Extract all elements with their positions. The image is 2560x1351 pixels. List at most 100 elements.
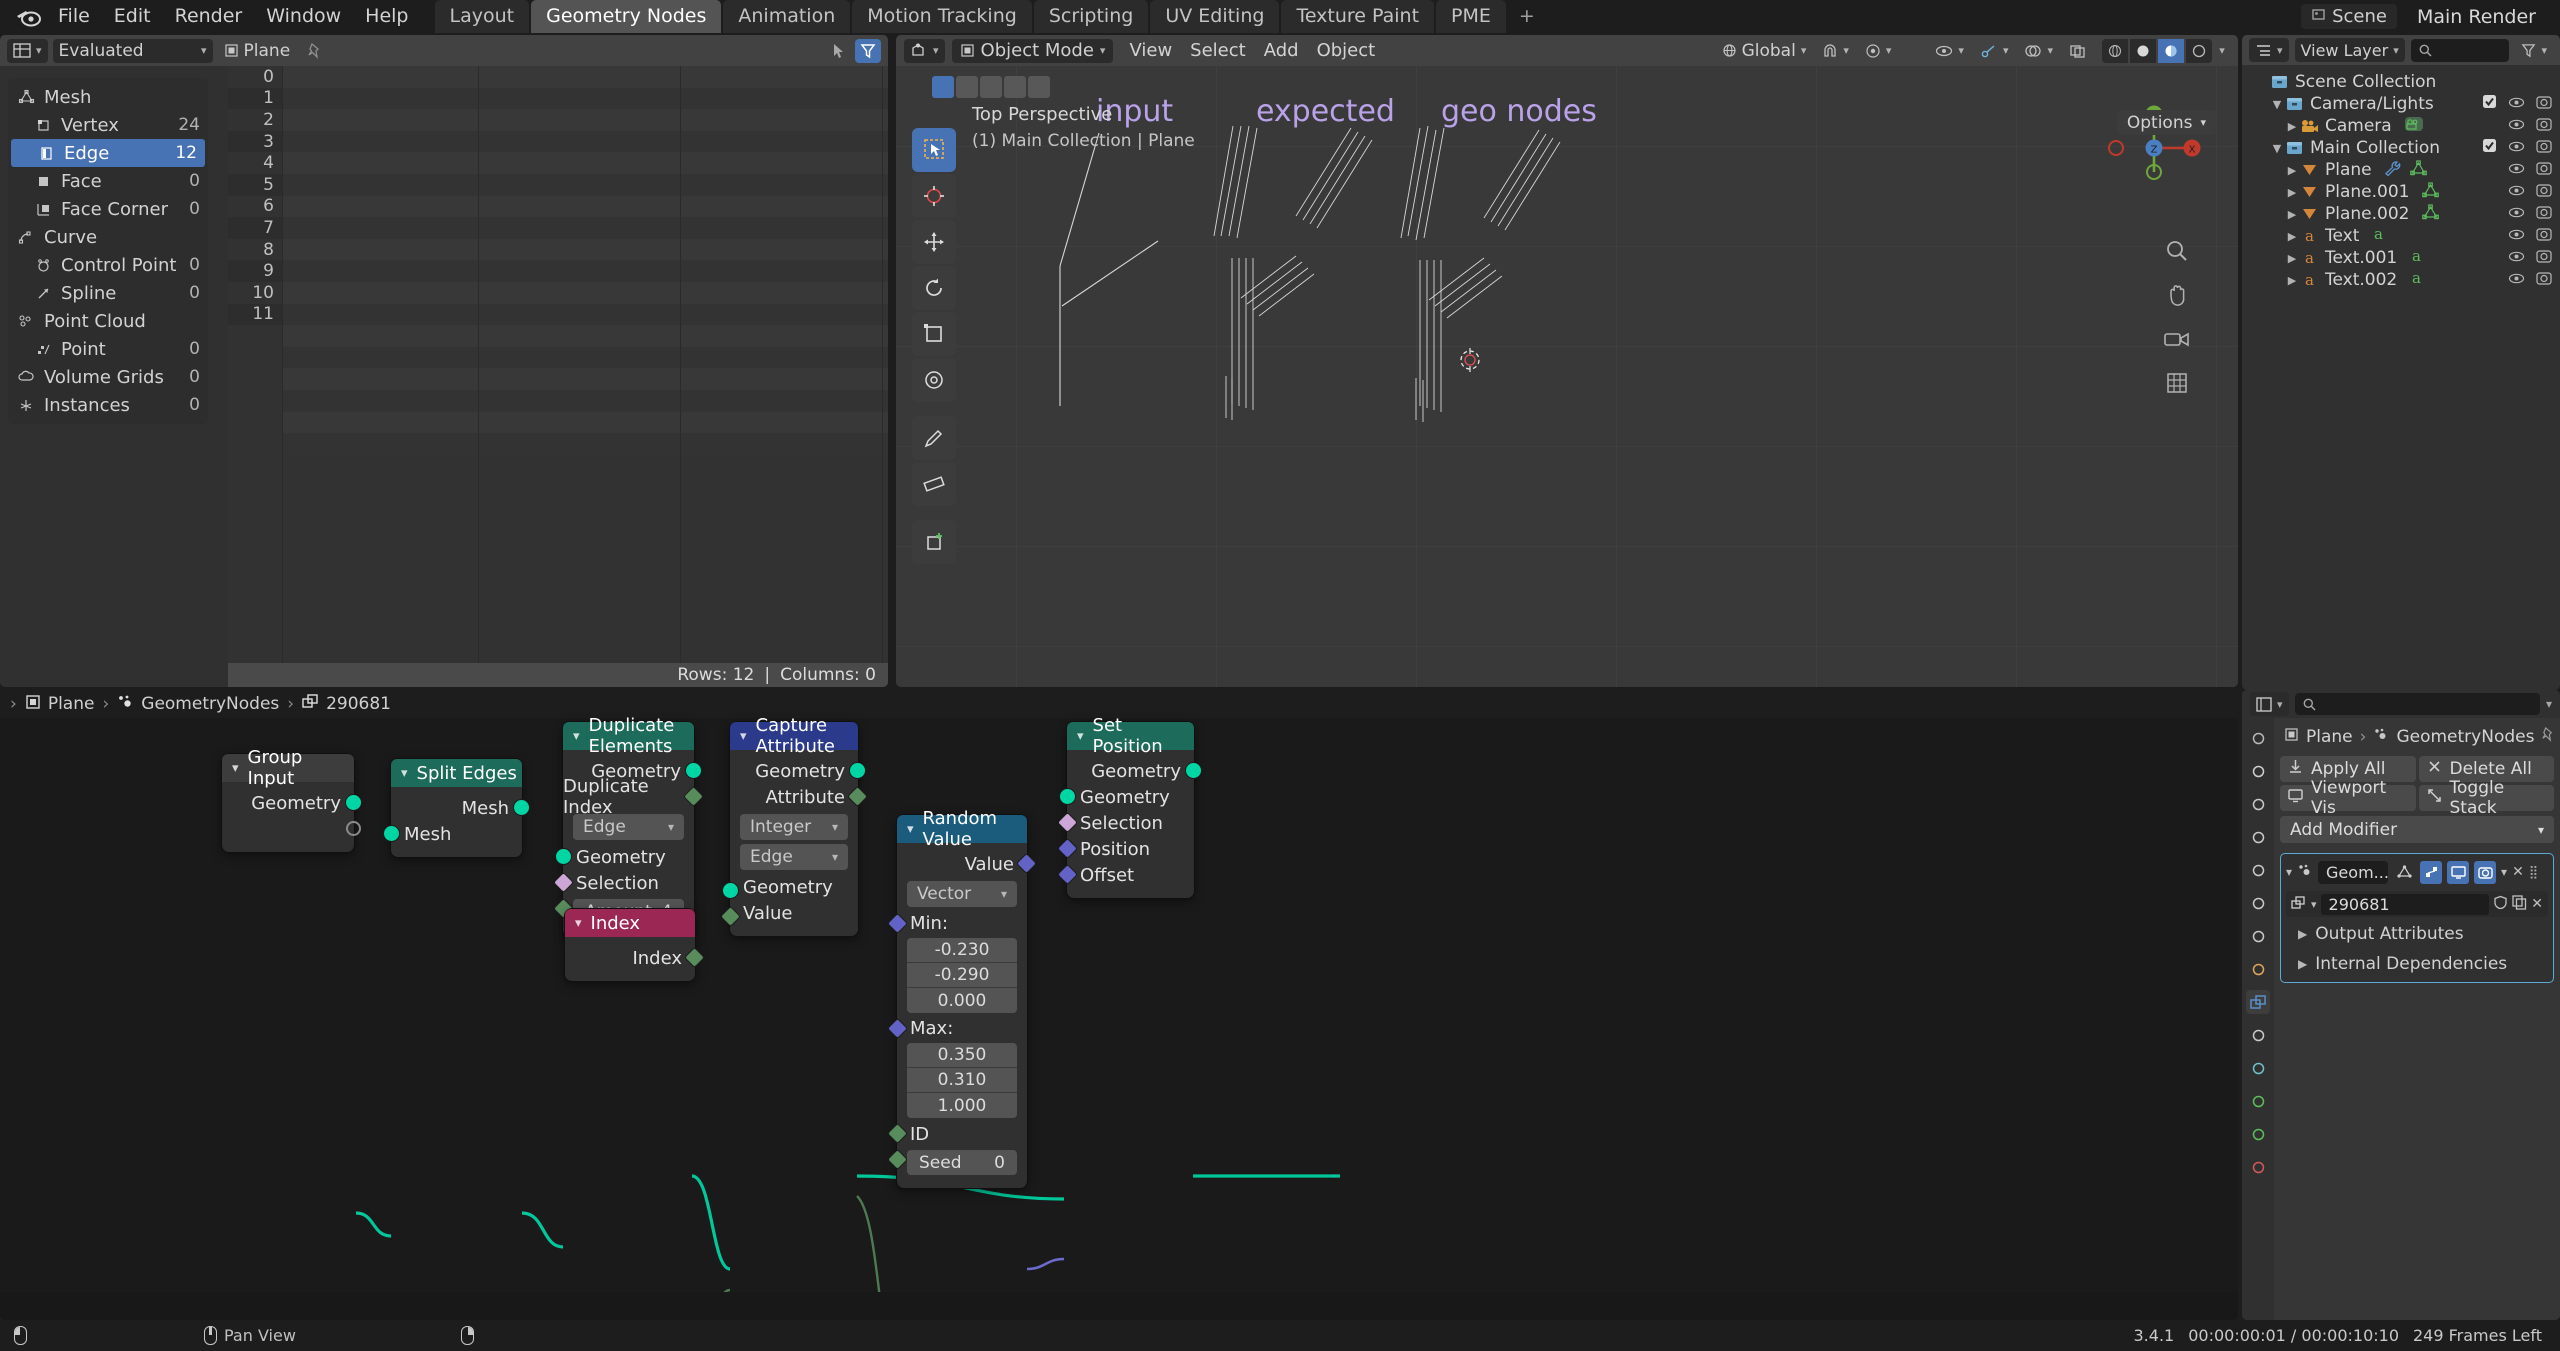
transform-orientation-dropdown[interactable]: Global ▾ bbox=[1716, 39, 1813, 63]
dataset-row-mesh[interactable]: Mesh bbox=[8, 83, 208, 111]
table-row[interactable] bbox=[282, 130, 888, 153]
outliner-item-text-001[interactable]: ▶ a Text.001 a bbox=[2242, 247, 2560, 269]
tweak-tool-icon[interactable] bbox=[912, 128, 956, 172]
table-row[interactable] bbox=[282, 195, 888, 218]
node-dropdown[interactable]: Integer ▾ bbox=[740, 814, 848, 840]
shading-material[interactable] bbox=[2158, 38, 2184, 63]
workspace-tab-scripting[interactable]: Scripting bbox=[1033, 0, 1149, 33]
properties-data-tab[interactable] bbox=[2246, 1122, 2270, 1146]
chevron-right-icon[interactable]: ▶ bbox=[2284, 208, 2300, 221]
node-set-position[interactable]: ▾ Set Position Geometry Geometry Selection Po… bbox=[1058, 715, 1201, 898]
orthographic-toggle-icon[interactable] bbox=[2162, 368, 2192, 398]
workspace-tab-pme[interactable]: PME bbox=[1436, 0, 1506, 33]
vector-value-stack[interactable]: 0.350 0.310 1.000 bbox=[907, 1043, 1017, 1118]
properties-material-tab[interactable] bbox=[2246, 1155, 2270, 1179]
filter-icon[interactable] bbox=[855, 38, 881, 63]
filter-icon[interactable]: ▾ bbox=[2515, 38, 2553, 62]
mesh-data-icon[interactable] bbox=[2421, 203, 2440, 225]
pin-icon[interactable] bbox=[2541, 726, 2555, 747]
workspace-tab-motion-tracking[interactable]: Motion Tracking bbox=[852, 0, 1032, 33]
viewport-editor-type[interactable]: ▾ bbox=[904, 38, 945, 63]
workspace-tab-layout[interactable]: Layout bbox=[434, 0, 530, 33]
hide-viewport-icon[interactable] bbox=[2508, 182, 2525, 202]
select-subtract-mode[interactable] bbox=[980, 76, 1002, 98]
vector-component[interactable]: 0.000 bbox=[907, 988, 1017, 1013]
hide-viewport-icon[interactable] bbox=[2508, 94, 2525, 114]
disable-render-icon[interactable] bbox=[2536, 226, 2552, 246]
node-header[interactable]: ▾ Split Edges bbox=[391, 759, 522, 787]
chevron-right-icon[interactable]: ▶ bbox=[2284, 186, 2300, 199]
viewport-menu-add[interactable]: Add bbox=[1255, 39, 1308, 63]
node-socket-geometry[interactable] bbox=[346, 795, 361, 810]
disable-render-icon[interactable] bbox=[2536, 138, 2552, 158]
disable-render-icon[interactable] bbox=[2536, 248, 2552, 268]
chevron-right-icon[interactable]: ▶ bbox=[2284, 164, 2300, 177]
disable-render-icon[interactable] bbox=[2536, 94, 2552, 114]
properties-render-tab[interactable] bbox=[2246, 759, 2270, 783]
dataset-row-spline[interactable]: Spline 0 bbox=[8, 279, 208, 307]
render-visibility-icon[interactable] bbox=[2474, 860, 2497, 884]
table-row[interactable] bbox=[282, 260, 888, 282]
viewport-menu-view[interactable]: View bbox=[1120, 39, 1181, 63]
table-row[interactable] bbox=[282, 217, 888, 239]
chevron-down-icon[interactable]: ▾ bbox=[907, 822, 914, 837]
outliner-item-plane-001[interactable]: ▶ Plane.001 bbox=[2242, 181, 2560, 203]
menu-edit[interactable]: Edit bbox=[102, 0, 163, 33]
scene-selector[interactable]: Scene bbox=[2301, 4, 2397, 29]
node-group-input[interactable]: ▾ Group Input Geometry bbox=[222, 747, 361, 852]
chevron-down-icon[interactable]: ▾ bbox=[575, 916, 582, 931]
node-socket-geometry[interactable] bbox=[686, 763, 701, 778]
scale-tool-icon[interactable] bbox=[912, 312, 956, 356]
viewport-options-button[interactable]: Options ▾ bbox=[2116, 110, 2216, 135]
pan-hand-icon[interactable] bbox=[2162, 280, 2192, 310]
viewport-vis-button[interactable]: Viewport Vis bbox=[2280, 778, 2416, 818]
vector-component[interactable]: -0.290 bbox=[907, 963, 1017, 988]
outliner-item-plane-002[interactable]: ▶ Plane.002 bbox=[2242, 203, 2560, 225]
node-index[interactable]: ▾ Index Index bbox=[565, 909, 704, 981]
toggle-stack-button[interactable]: Toggle Stack bbox=[2418, 778, 2554, 818]
vector-component[interactable]: 0.310 bbox=[907, 1068, 1017, 1093]
close-icon[interactable]: ✕ bbox=[2512, 864, 2524, 880]
properties-editor-type[interactable]: ▾ bbox=[2250, 692, 2289, 716]
properties-constraints-tab[interactable] bbox=[2246, 1089, 2270, 1113]
annotate-tool-icon[interactable] bbox=[912, 416, 956, 460]
chevron-down-icon[interactable]: ▾ bbox=[740, 729, 747, 744]
interaction-mode-dropdown[interactable]: Object Mode ▾ bbox=[951, 38, 1114, 63]
unlink-close-icon[interactable]: ✕ bbox=[2531, 896, 2543, 912]
workspace-tab-geometry-nodes[interactable]: Geometry Nodes bbox=[531, 0, 722, 33]
node-socket-geometry[interactable] bbox=[384, 826, 399, 841]
add-modifier-button[interactable]: Add Modifier ▾ bbox=[2280, 816, 2554, 843]
node-socket-geometry[interactable] bbox=[514, 800, 529, 815]
table-row[interactable] bbox=[282, 66, 888, 88]
chevron-right-icon[interactable]: ▶ bbox=[2284, 274, 2300, 287]
chevron-down-icon[interactable]: ▾ bbox=[1077, 729, 1084, 744]
vector-value-stack[interactable]: -0.230 -0.290 0.000 bbox=[907, 938, 1017, 1013]
node-header[interactable]: ▾ Capture Attribute bbox=[730, 715, 858, 757]
hide-viewport-icon[interactable] bbox=[2508, 248, 2525, 268]
dataset-row-point-cloud[interactable]: Point Cloud bbox=[8, 307, 208, 335]
shading-mode-group[interactable]: ▾ bbox=[2102, 38, 2230, 63]
fake-user-shield-icon[interactable] bbox=[2493, 893, 2508, 915]
dataset-row-point[interactable]: Point 0 bbox=[8, 335, 208, 363]
realtime-viewport-icon[interactable] bbox=[2447, 860, 2470, 884]
wrench-icon[interactable] bbox=[2384, 160, 2402, 181]
spreadsheet-grid[interactable]: 0 1 2 3 4 5 6 7 8 9 10 11 bbox=[228, 66, 888, 663]
menu-window[interactable]: Window bbox=[254, 0, 353, 33]
modifier-section-output-attributes[interactable]: ▶ Output Attributes bbox=[2286, 921, 2548, 947]
properties-output-tab[interactable] bbox=[2246, 792, 2270, 816]
rotate-tool-icon[interactable] bbox=[912, 266, 956, 310]
disable-render-icon[interactable] bbox=[2536, 160, 2552, 180]
visibility-dropdown[interactable]: ▾ bbox=[1929, 39, 1970, 63]
outliner-item-scene-collection[interactable]: Scene Collection bbox=[2242, 71, 2560, 93]
camera-data-icon[interactable] bbox=[2404, 116, 2424, 137]
transform-tool-icon[interactable] bbox=[912, 358, 956, 402]
proportional-edit-icon[interactable]: ▾ bbox=[1859, 39, 1898, 63]
node-header[interactable]: ▾ Random Value bbox=[897, 808, 1027, 850]
breadcrumb-item-plane[interactable]: Plane bbox=[25, 694, 94, 715]
hide-viewport-icon[interactable] bbox=[2508, 226, 2525, 246]
gizmo-toggle[interactable]: ▾ bbox=[1974, 39, 2015, 63]
node-socket-empty[interactable] bbox=[346, 821, 361, 836]
table-row[interactable] bbox=[282, 238, 888, 261]
node-socket-geometry[interactable] bbox=[850, 763, 865, 778]
dataset-row-face-corner[interactable]: Face Corner 0 bbox=[8, 195, 208, 223]
